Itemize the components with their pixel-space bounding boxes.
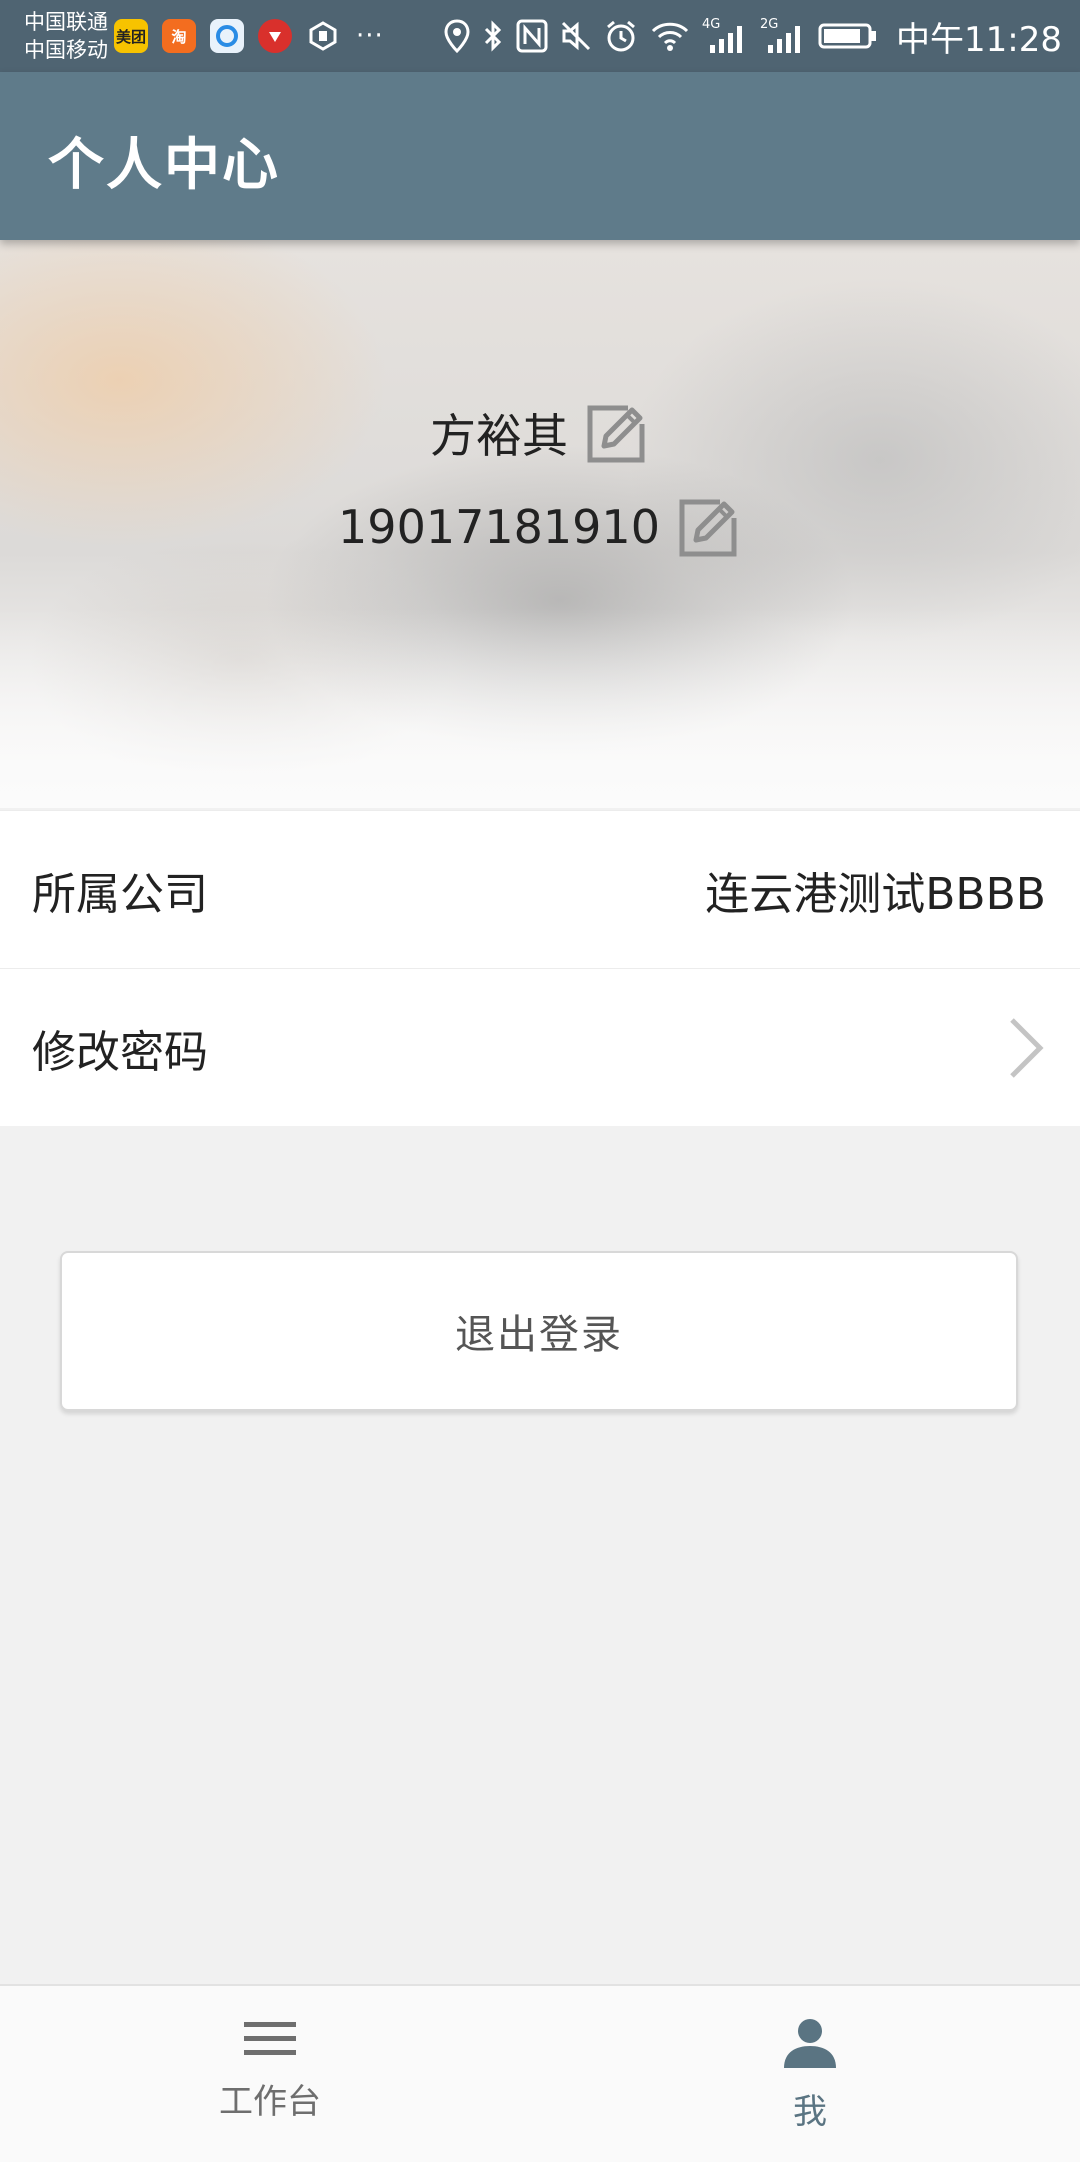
company-value: 连云港测试BBBB	[705, 868, 1046, 920]
nfc-icon	[516, 19, 548, 53]
mute-icon	[561, 21, 591, 51]
user-name: 方裕其	[430, 409, 568, 463]
profile-header: 方裕其 19017181910	[0, 240, 1080, 808]
nav-item-me[interactable]: 我	[540, 1986, 1080, 2162]
phone-line: 19017181910	[0, 494, 1080, 560]
carrier-2: 中国移动	[24, 38, 108, 62]
battery-icon	[818, 23, 877, 49]
signal-4g-icon: 4G	[702, 17, 748, 53]
taobao-icon: 淘	[162, 19, 196, 53]
bluetooth-icon	[484, 20, 502, 52]
jd-icon	[258, 19, 292, 53]
change-password-row[interactable]: 修改密码	[0, 968, 1080, 1126]
person-icon	[784, 2019, 836, 2068]
notification-icons: 美团 淘 ···	[114, 19, 384, 53]
carrier-1: 中国联通	[24, 10, 108, 34]
qq-browser-icon	[210, 19, 244, 53]
page-title: 个人中心	[48, 133, 280, 198]
status-bar: 中国联通 中国移动 美团 淘 ··· 4G 2G 中午11:28	[0, 0, 1080, 72]
wifi-icon	[651, 22, 689, 51]
chevron-right-icon	[1010, 1017, 1044, 1078]
name-line: 方裕其	[0, 400, 1080, 466]
status-left: 中国联通 中国移动 美团 淘 ···	[24, 8, 384, 64]
user-phone: 19017181910	[338, 500, 660, 554]
hex-icon	[306, 19, 340, 53]
meituan-icon: 美团	[114, 19, 148, 53]
edit-phone-icon[interactable]	[676, 494, 742, 560]
location-icon	[444, 19, 470, 53]
nav-label-me: 我	[793, 2092, 827, 2132]
status-right: 4G 2G 中午11:28	[444, 12, 1062, 61]
app-bar: 个人中心	[0, 72, 1080, 240]
signal-2g-icon: 2G	[760, 17, 806, 53]
carrier-info: 中国联通 中国移动	[24, 8, 108, 64]
company-label: 所属公司	[32, 868, 208, 920]
alarm-icon	[607, 20, 635, 52]
company-row: 所属公司 连云港测试BBBB	[0, 810, 1080, 968]
clock: 中午11:28	[896, 19, 1062, 60]
menu-icon	[244, 2022, 296, 2055]
nav-item-workbench[interactable]: 工作台	[0, 1986, 540, 2162]
logout-button[interactable]: 退出登录	[60, 1251, 1018, 1411]
more-notifications: ···	[356, 21, 384, 51]
nav-label-workbench: 工作台	[219, 2082, 321, 2122]
logout-label: 退出登录	[455, 1312, 623, 1358]
edit-name-icon[interactable]	[584, 400, 650, 466]
bottom-nav: 工作台 我	[0, 1984, 1080, 2162]
change-password-label: 修改密码	[32, 1026, 208, 1078]
